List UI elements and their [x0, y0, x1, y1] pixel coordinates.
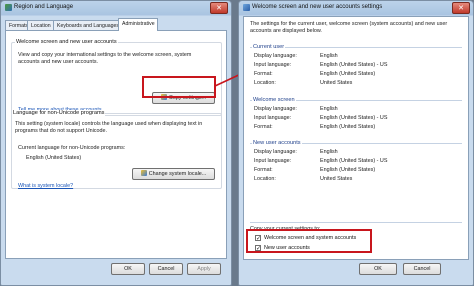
row-value: United States [320, 176, 353, 182]
welcome-settings-titlebar[interactable]: Welcome screen and new user accounts set… [239, 1, 473, 15]
row-label: Location: [254, 80, 276, 86]
window-title: Region and Language [14, 4, 74, 10]
row-value: English (United States) - US [320, 62, 388, 68]
dialog-buttons: OK Cancel [239, 263, 474, 277]
tab-administrative[interactable]: Administrative [118, 18, 158, 31]
section-title: Current user [252, 44, 286, 50]
window-title: Welcome screen and new user accounts set… [252, 4, 383, 10]
row-value: English (United States) - US [320, 158, 388, 164]
current-user-section: Current user Display language: English I… [250, 44, 462, 86]
globe-icon [243, 4, 250, 11]
apply-button[interactable]: Apply [187, 263, 221, 275]
row-label: Format: [254, 71, 273, 77]
ok-button[interactable]: OK [111, 263, 145, 275]
new-user-accounts-section: New user accounts Display language: Engl… [250, 140, 462, 182]
shield-icon [140, 170, 147, 176]
divider [250, 222, 462, 223]
current-language-value: English (United States) [26, 155, 82, 161]
nonunicode-group-title: Language for non-Unicode programs [12, 110, 106, 116]
row-value: English [320, 106, 338, 112]
row-value: English [320, 53, 338, 59]
row-value: English (United States) - US [320, 115, 388, 121]
cancel-button[interactable]: Cancel [149, 263, 183, 275]
change-locale-label: Change system locale... [148, 171, 207, 177]
close-button[interactable]: ✕ [210, 2, 228, 14]
ok-button[interactable]: OK [359, 263, 397, 275]
row-label: Input language: [254, 115, 292, 121]
copy-settings-highlight [142, 76, 216, 98]
nonunicode-description: This setting (system locale) controls th… [15, 121, 203, 134]
administrative-panel: Welcome screen and new user accounts Vie… [5, 30, 227, 259]
cancel-button[interactable]: Cancel [403, 263, 441, 275]
region-language-window: Region and Language ✕ Formats Location K… [0, 0, 232, 286]
section-title: Welcome screen [252, 97, 296, 103]
close-button[interactable]: ✕ [452, 2, 470, 14]
row-value: English [320, 149, 338, 155]
row-label: Display language: [254, 149, 297, 155]
checkboxes-highlight [246, 229, 372, 253]
region-language-titlebar[interactable]: Region and Language ✕ [1, 1, 231, 15]
tab-formats[interactable]: Formats [5, 20, 28, 30]
dialog-buttons: OK Cancel Apply [1, 263, 233, 277]
globe-icon [5, 4, 12, 11]
section-title: New user accounts [252, 140, 302, 146]
settings-panel: The settings for the current user, welco… [243, 16, 469, 260]
row-label: Format: [254, 167, 273, 173]
tab-location[interactable]: Location [27, 20, 54, 30]
row-label: Format: [254, 124, 273, 130]
nonunicode-group: Language for non-Unicode programs This s… [11, 110, 222, 189]
row-value: English (United States) [320, 167, 376, 173]
row-label: Location: [254, 176, 276, 182]
row-value: United States [320, 80, 353, 86]
change-system-locale-button[interactable]: Change system locale... [132, 168, 215, 180]
current-language-label: Current language for non-Unicode program… [18, 145, 126, 151]
row-value: English (United States) [320, 124, 376, 130]
row-label: Input language: [254, 158, 292, 164]
row-label: Display language: [254, 106, 297, 112]
welcome-group-title: Welcome screen and new user accounts [15, 39, 118, 45]
row-label: Display language: [254, 53, 297, 59]
system-locale-link[interactable]: What is system locale? [18, 183, 73, 189]
row-label: Input language: [254, 62, 292, 68]
tab-keyboards-languages[interactable]: Keyboards and Languages [53, 20, 119, 30]
welcome-description: View and copy your international setting… [18, 52, 192, 65]
settings-intro: The settings for the current user, welco… [250, 21, 448, 34]
welcome-screen-section: Welcome screen Display language: English… [250, 97, 462, 130]
row-value: English (United States) [320, 71, 376, 77]
